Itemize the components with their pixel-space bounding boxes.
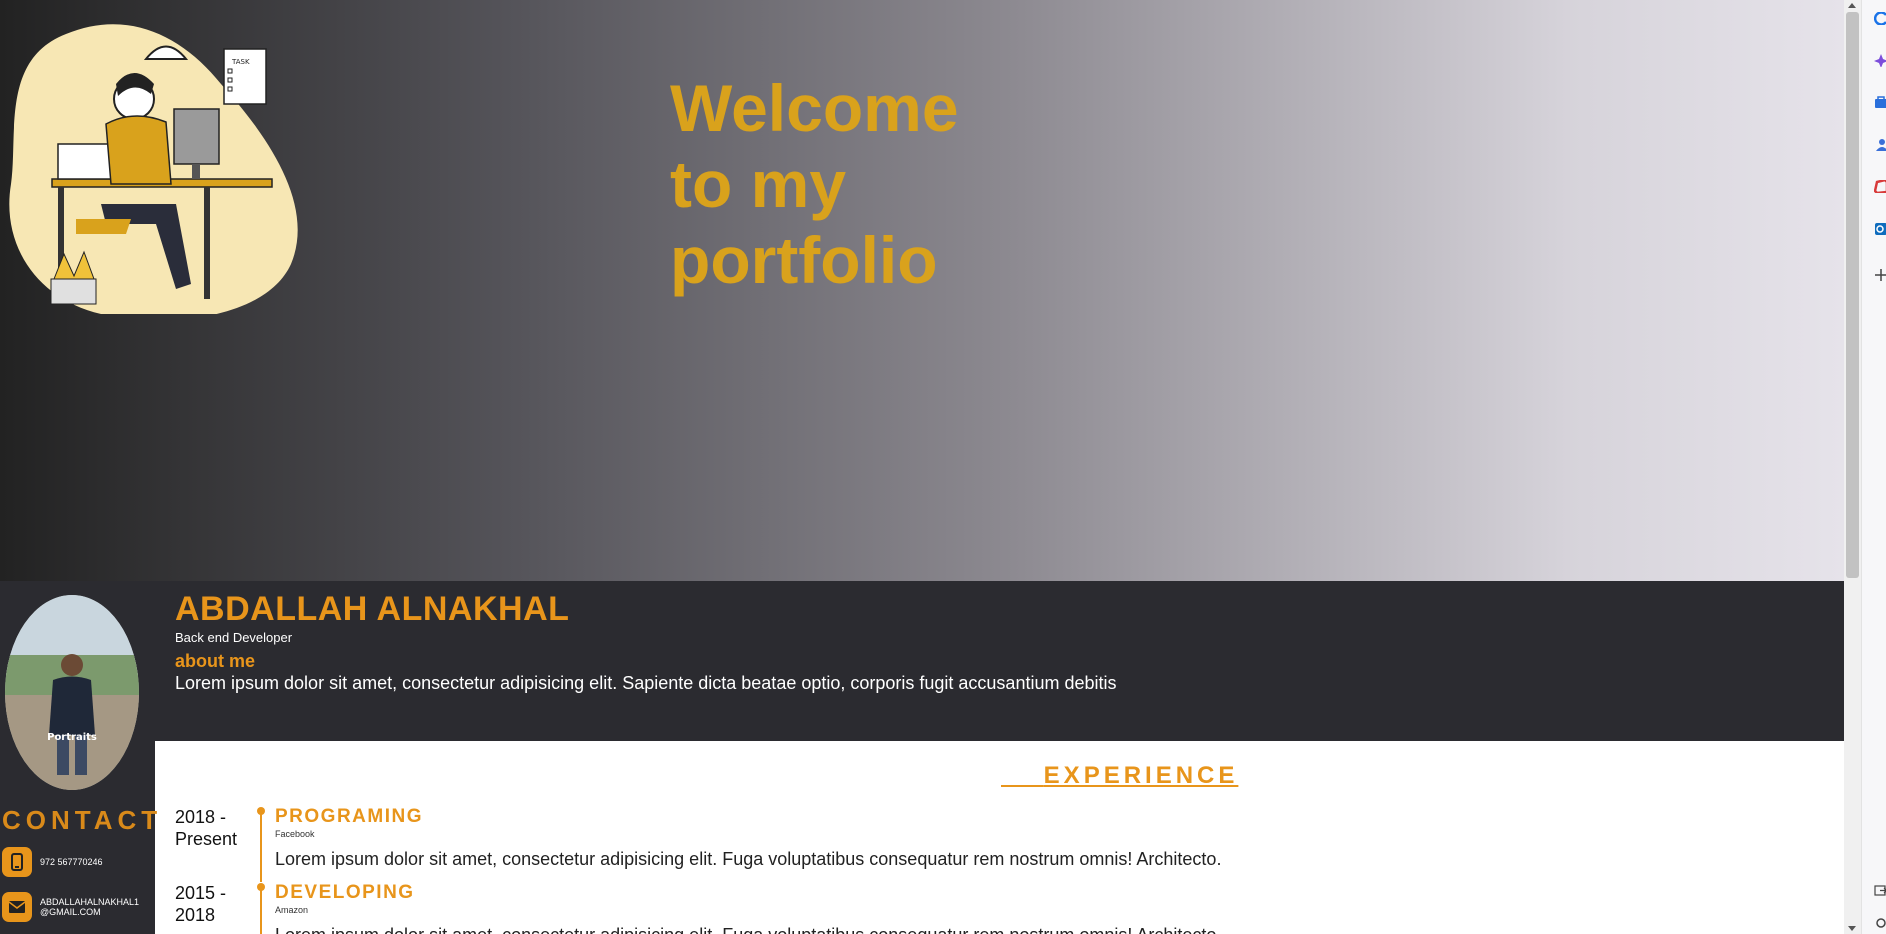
- office-icon[interactable]: [1874, 180, 1886, 193]
- hero-title: Welcome to my portfolio: [670, 71, 959, 297]
- copilot-icon[interactable]: [1874, 12, 1886, 25]
- avatar: Portraits: [5, 595, 139, 790]
- contact-title: CONTACT: [2, 805, 163, 835]
- contact-phone[interactable]: 972 567770246: [2, 847, 140, 877]
- timeline-line: [260, 812, 262, 882]
- about-title: about me: [175, 651, 256, 671]
- sidebar: Portraits CONTACT 972 567770246 ABDALLAH…: [0, 581, 157, 934]
- experience-company: Amazon: [275, 905, 309, 915]
- mail-icon: [2, 892, 32, 922]
- scroll-thumb[interactable]: [1846, 12, 1859, 578]
- profile-photo: Portraits: [5, 595, 139, 790]
- profile-name: ABDALLAH ALNAKHAL: [175, 590, 570, 628]
- experience-years: 2018 - Present: [175, 807, 238, 849]
- browser-side-rail: [1861, 0, 1886, 934]
- people-icon[interactable]: [1874, 138, 1886, 151]
- about-text: Lorem ipsum dolor sit amet, consectetur …: [175, 673, 1117, 693]
- scroll-down-arrow-icon[interactable]: [1848, 926, 1856, 931]
- experience-description: Lorem ipsum dolor sit amet, consectetur …: [275, 925, 1221, 934]
- briefcase-icon[interactable]: [1874, 96, 1886, 109]
- timeline-dot: [257, 807, 265, 815]
- profile-role: Back end Developer: [175, 630, 293, 645]
- experience-role: DEVELOPING: [275, 882, 415, 903]
- add-icon[interactable]: [1874, 268, 1886, 281]
- experience-company: Facebook: [275, 829, 315, 839]
- settings-icon[interactable]: [1874, 916, 1886, 929]
- contact-phone-text: 972 567770246: [40, 857, 103, 867]
- contact-email-text: ABDALLAHALNAKHAL1@GMAIL.COM: [40, 897, 140, 917]
- experience-years: 2015 - 2018: [175, 883, 227, 925]
- experience-role: PROGRAMING: [275, 806, 423, 827]
- hero-section: TASK Welcome to my portfolio: [0, 0, 1844, 581]
- developer-illustration: TASK: [9, 24, 298, 314]
- phone-icon: [2, 847, 32, 877]
- photo-caption: Portraits: [47, 732, 97, 743]
- experience-title: EXPERIENCE: [1043, 762, 1239, 789]
- scroll-up-arrow-icon[interactable]: [1848, 3, 1856, 8]
- page-scrollbar[interactable]: [1844, 0, 1861, 934]
- timeline-line: [260, 888, 262, 934]
- timeline-dot: [257, 883, 265, 891]
- experience-description: Lorem ipsum dolor sit amet, consectetur …: [275, 849, 1222, 869]
- sidebar-exit-icon[interactable]: [1874, 884, 1886, 897]
- svg-text:TASK: TASK: [231, 58, 250, 66]
- outlook-icon[interactable]: [1874, 222, 1886, 235]
- contact-email[interactable]: ABDALLAHALNAKHAL1@GMAIL.COM: [2, 892, 140, 922]
- sparkle-icon[interactable]: [1874, 54, 1886, 67]
